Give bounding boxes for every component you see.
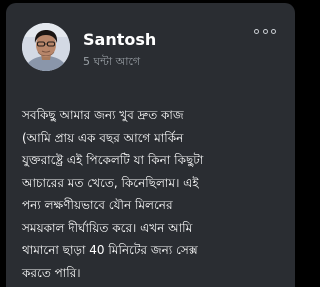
more-options-button[interactable] <box>254 25 276 37</box>
avatar[interactable] <box>22 23 70 71</box>
more-horizontal-icon <box>262 28 268 34</box>
more-horizontal-icon <box>254 28 259 34</box>
avatar-photo <box>22 23 70 71</box>
post-timestamp[interactable]: 5 ঘন্টা আগে <box>83 55 140 69</box>
author-name[interactable]: Santosh <box>83 30 156 50</box>
post-card: Santosh 5 ঘন্টা আগে সবকিছু আমার জন্য খুব… <box>6 3 295 287</box>
post-body-text: সবকিছু আমার জন্য খুব দ্রুত কাজ (আমি প্রা… <box>22 108 204 280</box>
more-horizontal-icon <box>271 28 276 34</box>
